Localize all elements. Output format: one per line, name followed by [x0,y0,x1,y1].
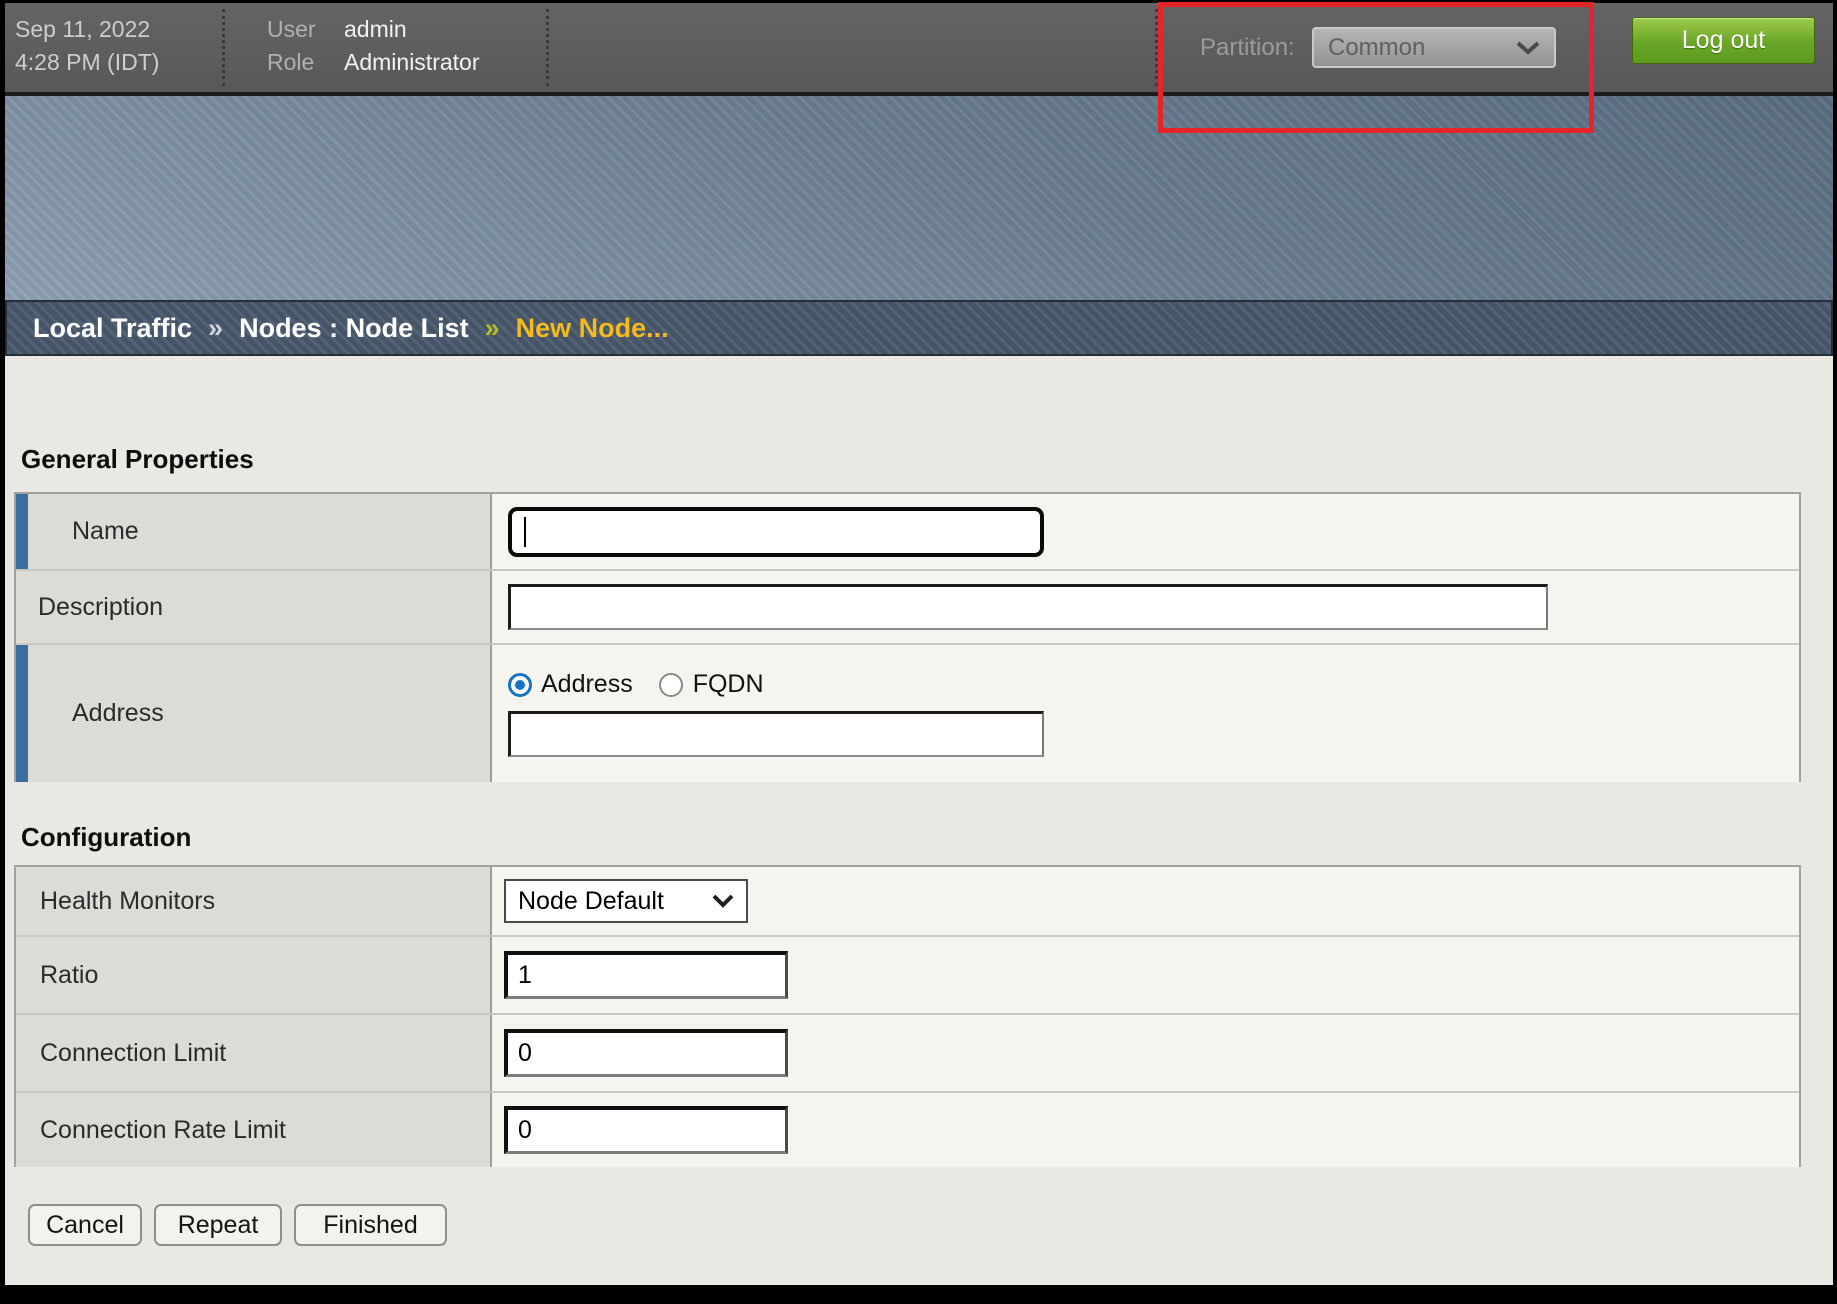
health-monitors-select[interactable]: Node Default [504,879,748,923]
connection-rate-limit-value-cell [492,1093,1799,1167]
datetime: Sep 11, 2022 4:28 PM (IDT) [15,13,159,79]
fqdn-radio[interactable] [659,673,683,697]
health-monitors-select-value: Node Default [518,887,712,916]
divider [222,9,225,86]
address-label-cell: Address [16,645,492,782]
top-bar: Sep 11, 2022 4:28 PM (IDT) User Role adm… [5,3,1833,92]
text-cursor [524,517,526,547]
table-row-health-monitors: Health Monitors Node Default [16,867,1799,935]
banner [5,92,1833,300]
table-row-description: Description [16,569,1799,643]
divider [1155,9,1158,86]
connection-rate-limit-label-cell: Connection Rate Limit [16,1093,492,1167]
breadcrumb-separator: » [485,313,500,344]
breadcrumb: Local Traffic » Nodes : Node List » New … [5,300,1833,356]
description-input[interactable] [508,584,1548,630]
connection-limit-input[interactable] [504,1029,788,1077]
breadcrumb-separator: » [208,313,223,344]
ratio-value-cell [492,937,1799,1013]
name-label: Name [38,517,139,546]
logout-button[interactable]: Log out [1632,17,1815,64]
address-radio[interactable] [508,673,532,697]
ratio-input[interactable] [504,951,788,999]
table-row-name: Name [16,494,1799,569]
chevron-down-icon [712,894,734,908]
breadcrumb-current: New Node... [516,313,669,344]
configuration-table: Health Monitors Node Default Ratio [14,865,1801,1167]
user-label: User [267,13,316,46]
connection-limit-label: Connection Limit [40,1039,226,1068]
health-monitors-label: Health Monitors [40,887,215,916]
required-indicator [16,645,28,782]
main-content: General Properties Name Description [5,356,1833,1285]
general-properties-table: Name Description [14,492,1801,782]
finished-button[interactable]: Finished [294,1204,447,1246]
form-actions: Cancel Repeat Finished [28,1204,447,1246]
table-row-connection-rate-limit: Connection Rate Limit [16,1091,1799,1167]
address-radio-label: Address [541,670,633,699]
connection-rate-limit-input[interactable] [504,1106,788,1154]
health-monitors-value-cell: Node Default [492,867,1799,935]
connection-rate-limit-label: Connection Rate Limit [40,1116,286,1145]
date-text: Sep 11, 2022 [15,13,159,46]
name-value-cell [492,494,1799,569]
ratio-label-cell: Ratio [16,937,492,1013]
repeat-button[interactable]: Repeat [154,1204,282,1246]
breadcrumb-section[interactable]: Local Traffic [33,313,192,344]
breadcrumb-page[interactable]: Nodes : Node List [239,313,469,344]
name-label-cell: Name [16,494,492,569]
user-role-labels: User Role [267,13,316,79]
table-row-address: Address Address FQDN [16,643,1799,782]
connection-limit-label-cell: Connection Limit [16,1015,492,1091]
address-type-radios: Address FQDN [508,670,764,699]
divider [546,9,549,86]
partition-select-value: Common [1328,34,1516,62]
user-value: admin [344,13,479,46]
description-label-cell: Description [16,571,492,643]
health-monitors-label-cell: Health Monitors [16,867,492,935]
user-role-values: admin Administrator [344,13,479,79]
configuration-title: Configuration [21,822,191,853]
description-label: Description [38,593,163,622]
address-value-cell: Address FQDN [492,645,1799,782]
role-value: Administrator [344,46,479,79]
description-value-cell [492,571,1799,643]
partition-select[interactable]: Common [1312,27,1556,68]
name-input[interactable] [508,507,1044,557]
table-row-connection-limit: Connection Limit [16,1013,1799,1091]
partition-label: Partition: [1200,3,1295,92]
cancel-button[interactable]: Cancel [28,1204,142,1246]
role-label: Role [267,46,316,79]
address-label: Address [38,699,164,728]
general-properties-title: General Properties [21,444,254,475]
ratio-label: Ratio [40,961,98,990]
chevron-down-icon [1516,41,1540,55]
address-input[interactable] [508,711,1044,757]
time-text: 4:28 PM (IDT) [15,46,159,79]
required-indicator [16,494,28,569]
bigip-new-node-page: Sep 11, 2022 4:28 PM (IDT) User Role adm… [0,0,1837,1304]
connection-limit-value-cell [492,1015,1799,1091]
table-row-ratio: Ratio [16,935,1799,1013]
fqdn-radio-label: FQDN [693,670,764,699]
